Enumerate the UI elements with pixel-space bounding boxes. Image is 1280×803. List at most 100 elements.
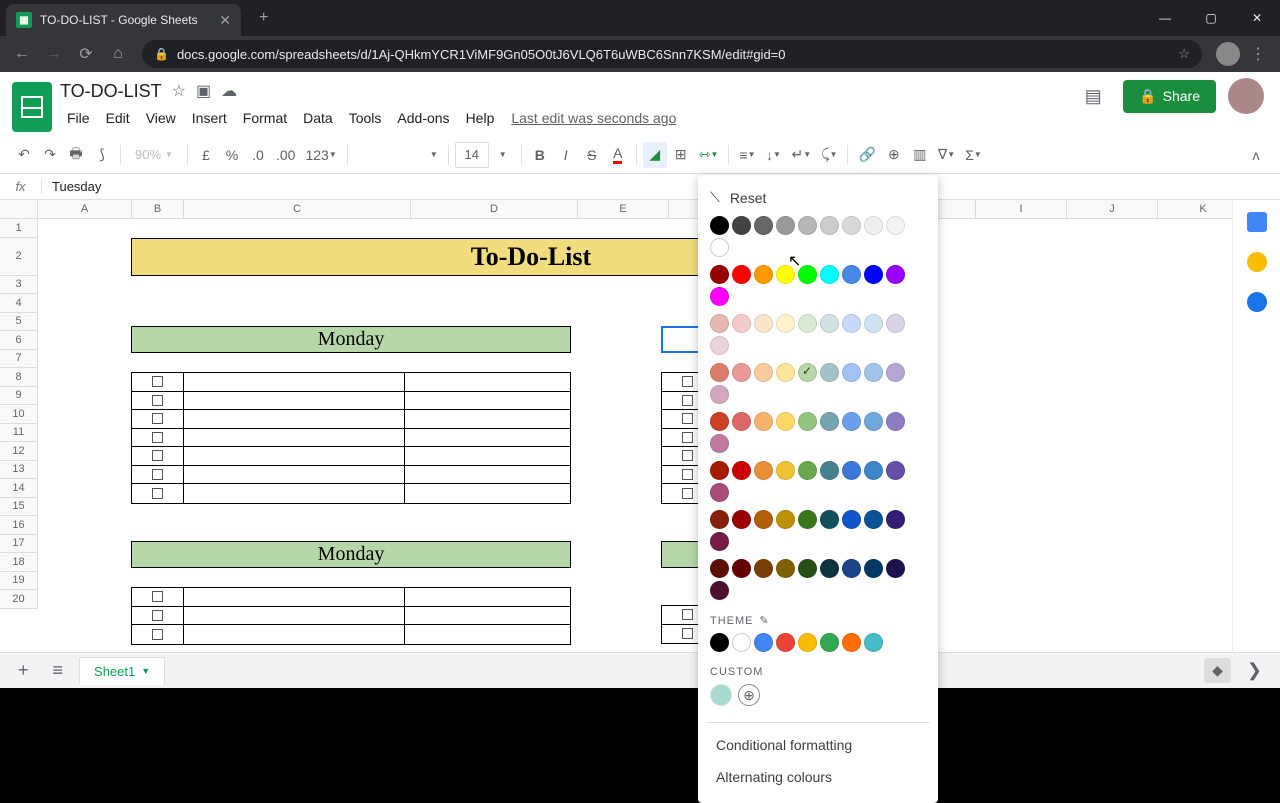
color-swatch[interactable]: [798, 216, 817, 235]
col-header[interactable]: B: [132, 200, 184, 218]
color-swatch[interactable]: [754, 510, 773, 529]
menu-tools[interactable]: Tools: [342, 106, 389, 130]
color-swatch[interactable]: [820, 265, 839, 284]
color-swatch[interactable]: [864, 633, 883, 652]
cloud-status-icon[interactable]: ☁: [221, 81, 237, 101]
color-swatch[interactable]: [710, 287, 729, 306]
row-header[interactable]: 15: [0, 498, 37, 517]
color-swatch[interactable]: [864, 510, 883, 529]
move-doc-icon[interactable]: ▣: [196, 81, 211, 101]
color-swatch[interactable]: [886, 265, 905, 284]
checkbox[interactable]: [682, 628, 693, 639]
color-swatch[interactable]: [732, 265, 751, 284]
checkbox[interactable]: [682, 395, 693, 406]
checkbox[interactable]: [682, 432, 693, 443]
color-swatch[interactable]: [886, 510, 905, 529]
color-swatch[interactable]: [776, 461, 795, 480]
color-swatch[interactable]: [820, 363, 839, 382]
col-header[interactable]: D: [411, 200, 578, 218]
task-list-1[interactable]: [131, 372, 571, 504]
color-swatch[interactable]: [842, 633, 861, 652]
task-row[interactable]: [132, 392, 570, 411]
color-swatch[interactable]: [710, 510, 729, 529]
star-icon[interactable]: ☆: [1178, 46, 1190, 62]
currency-icon[interactable]: £: [194, 142, 218, 168]
color-swatch[interactable]: [710, 363, 729, 382]
account-avatar[interactable]: [1228, 78, 1264, 114]
color-swatch[interactable]: [710, 633, 729, 652]
rotate-icon[interactable]: ⤹▼: [817, 142, 841, 168]
color-swatch[interactable]: [886, 216, 905, 235]
menu-insert[interactable]: Insert: [185, 106, 234, 130]
color-swatch[interactable]: [842, 216, 861, 235]
color-swatch[interactable]: [842, 314, 861, 333]
color-swatch[interactable]: [710, 314, 729, 333]
color-swatch[interactable]: [732, 412, 751, 431]
color-swatch[interactable]: [754, 461, 773, 480]
color-swatch[interactable]: [732, 461, 751, 480]
checkbox[interactable]: [152, 395, 163, 406]
color-swatch[interactable]: [710, 581, 729, 600]
color-swatch[interactable]: [710, 238, 729, 257]
color-swatch[interactable]: [710, 559, 729, 578]
color-swatch[interactable]: [732, 314, 751, 333]
color-swatch[interactable]: [842, 461, 861, 480]
font-size-dropdown-icon[interactable]: ▼: [491, 142, 515, 168]
menu-view[interactable]: View: [139, 106, 183, 130]
color-swatch[interactable]: [776, 559, 795, 578]
color-swatch[interactable]: [710, 532, 729, 551]
checkbox[interactable]: [152, 469, 163, 480]
day-header-monday-2[interactable]: Monday: [131, 541, 571, 568]
color-swatch[interactable]: [754, 633, 773, 652]
bold-icon[interactable]: B: [528, 142, 552, 168]
checkbox[interactable]: [152, 610, 163, 621]
day-header-monday-1[interactable]: Monday: [131, 326, 571, 353]
color-swatch[interactable]: [710, 483, 729, 502]
row-header[interactable]: 1: [0, 219, 37, 238]
color-swatch[interactable]: [798, 412, 817, 431]
color-swatch[interactable]: [886, 559, 905, 578]
row-header[interactable]: 9: [0, 387, 37, 406]
task-list-2[interactable]: [131, 587, 571, 645]
reload-icon[interactable]: ⟳: [72, 40, 100, 68]
row-header[interactable]: 4: [0, 294, 37, 313]
checkbox[interactable]: [152, 376, 163, 387]
color-swatch[interactable]: [754, 314, 773, 333]
task-row[interactable]: [132, 410, 570, 429]
row-header[interactable]: 18: [0, 553, 37, 572]
color-swatch[interactable]: [864, 412, 883, 431]
browser-tab[interactable]: ▦ TO-DO-LIST - Google Sheets ✕: [6, 4, 241, 36]
v-align-icon[interactable]: ↓▼: [762, 142, 786, 168]
col-header[interactable]: C: [184, 200, 411, 218]
collapse-toolbar-icon[interactable]: ʌ: [1244, 142, 1268, 168]
row-header[interactable]: 19: [0, 572, 37, 591]
color-swatch[interactable]: [798, 633, 817, 652]
menu-edit[interactable]: Edit: [99, 106, 137, 130]
link-icon[interactable]: 🔗: [854, 142, 879, 168]
color-swatch[interactable]: [710, 461, 729, 480]
custom-color-swatch[interactable]: [710, 684, 732, 706]
reset-color-button[interactable]: ⟍ Reset: [710, 185, 926, 216]
row-headers[interactable]: 1234567891011121314151617181920: [0, 219, 38, 609]
color-swatch[interactable]: [886, 314, 905, 333]
color-swatch[interactable]: [798, 314, 817, 333]
color-swatch[interactable]: [864, 559, 883, 578]
color-swatch[interactable]: [710, 216, 729, 235]
menu-data[interactable]: Data: [296, 106, 340, 130]
increase-decimal-icon[interactable]: .00: [272, 142, 299, 168]
redo-icon[interactable]: ↷: [38, 142, 62, 168]
row-header[interactable]: 16: [0, 516, 37, 535]
col-header[interactable]: J: [1067, 200, 1158, 218]
conditional-formatting-button[interactable]: Conditional formatting: [710, 729, 926, 761]
color-swatch[interactable]: [842, 265, 861, 284]
color-swatch[interactable]: [710, 412, 729, 431]
color-swatch[interactable]: [864, 363, 883, 382]
percent-icon[interactable]: %: [220, 142, 244, 168]
row-header[interactable]: 10: [0, 405, 37, 424]
zoom-select[interactable]: 90% ▼: [127, 142, 181, 168]
sheet-tab-menu-icon[interactable]: ▼: [141, 666, 150, 676]
color-swatch[interactable]: [864, 314, 883, 333]
home-icon[interactable]: ⌂: [104, 40, 132, 68]
col-header[interactable]: E: [578, 200, 669, 218]
col-header[interactable]: A: [38, 200, 132, 218]
